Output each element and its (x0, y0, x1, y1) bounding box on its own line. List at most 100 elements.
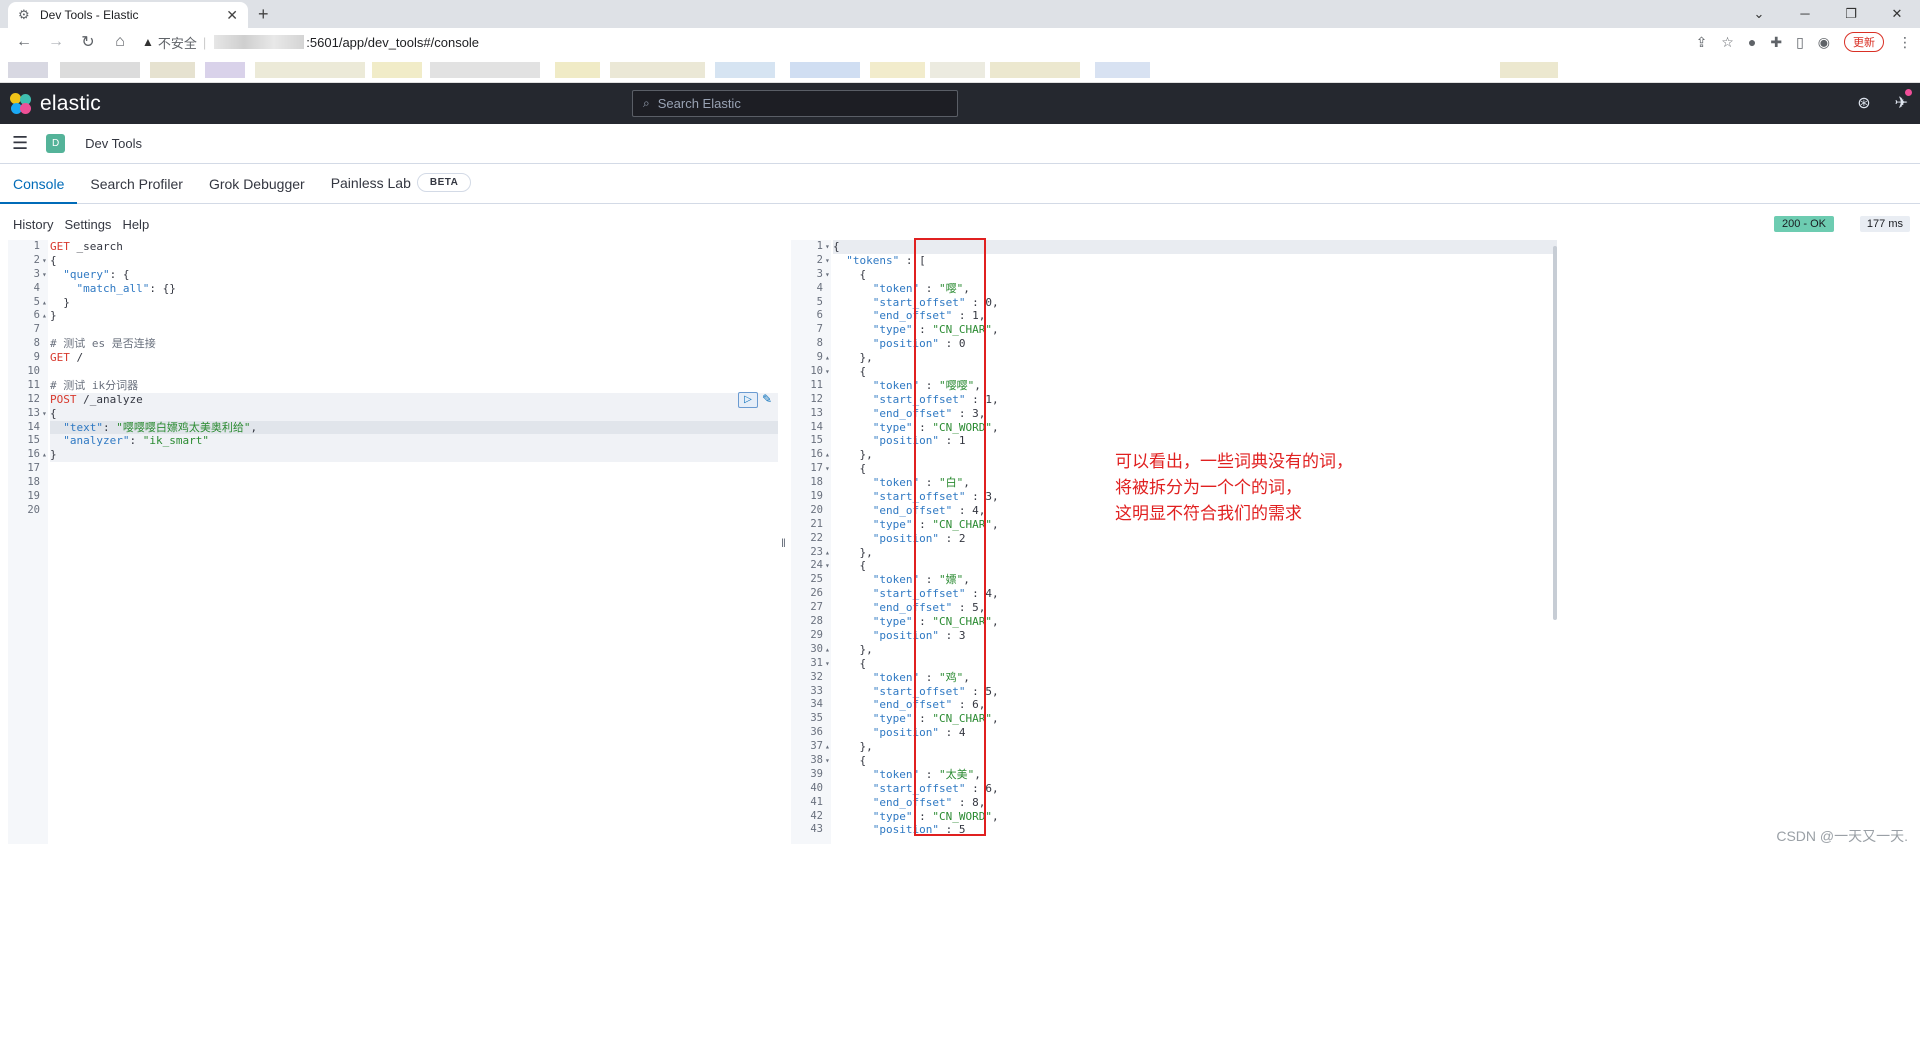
browser-menu-icon[interactable]: ⋮ (1898, 34, 1912, 51)
wrench-icon[interactable]: ✎ (762, 392, 772, 408)
bookmark-item[interactable] (870, 62, 925, 78)
new-tab-icon[interactable]: + (258, 4, 269, 25)
tab-painless-lab[interactable]: Painless Lab BETA (318, 173, 485, 203)
code-line[interactable]: 13 ▾{ (27, 406, 778, 421)
code-line[interactable]: 7 (34, 323, 778, 337)
code-line[interactable]: 10 (27, 365, 778, 379)
space-avatar[interactable]: D (46, 134, 66, 153)
close-window-icon[interactable]: ✕ (1874, 0, 1920, 28)
request-editor[interactable]: 1 GET _search 2 ▾{3 ▾ "query": {4 "match_all… (8, 240, 778, 844)
news-feed-icon[interactable]: ✈ (1895, 89, 1912, 113)
blurred-host (214, 35, 305, 49)
code-line[interactable]: 15 "analyzer": "ik_smart" (27, 434, 778, 449)
request-time-badge: 177 ms (1859, 216, 1910, 232)
beta-badge: BETA (416, 173, 472, 192)
code-line[interactable]: 11 # 测试 ik分词器 (27, 379, 778, 393)
close-tab-icon[interactable]: ✕ (226, 7, 238, 24)
bookmark-item[interactable] (150, 62, 195, 78)
tab-search-profiler[interactable]: Search Profiler (77, 176, 196, 203)
minimize-icon[interactable]: ─ (1782, 0, 1828, 28)
annotation-line: 将被拆分为一个个的词， (1115, 478, 1302, 498)
search-icon: ⌕ (643, 96, 650, 110)
url-input[interactable]: ▲ 不安全 | :5601/app/dev_tools#/console (142, 30, 479, 54)
url-text: :5601/app/dev_tools#/console (306, 34, 480, 50)
menu-hamburger-icon[interactable]: ☰ (12, 133, 28, 154)
code-line[interactable]: 1 GET _search (34, 240, 778, 254)
bookmark-item[interactable] (930, 62, 985, 78)
share-icon[interactable]: ⇪ (1696, 34, 1708, 51)
code-line[interactable]: 20 (27, 504, 778, 518)
bookmark-item[interactable] (255, 62, 365, 78)
bookmark-item[interactable] (372, 62, 422, 78)
elastic-header: elastic ⌕ Search Elastic ⊛ ✈ (0, 83, 1920, 124)
code-line[interactable]: 6 ▴} (34, 309, 778, 323)
reload-icon[interactable]: ↻ (72, 32, 104, 52)
code-line[interactable]: 9 GET / (34, 351, 778, 365)
bookmark-item[interactable] (610, 62, 705, 78)
side-panel-icon[interactable]: ▯ (1796, 34, 1804, 51)
request-code[interactable]: 1 GET _search 2 ▾{3 ▾ "query": {4 "match_all… (27, 240, 778, 518)
header-actions: ⊛ ✈ (1857, 89, 1912, 113)
history-link[interactable]: History (13, 217, 53, 232)
code-line[interactable]: 8 # 测试 es 是否连接 (34, 337, 778, 351)
browser-actions: ⇪ ☆ ● ✚ ▯ ◉ 更新 ⋮ (1696, 32, 1912, 52)
bookmark-item[interactable] (8, 62, 48, 78)
bookmarks-bar (0, 56, 1920, 83)
tab-search-icon[interactable]: ⌄ (1736, 0, 1782, 28)
bookmark-item[interactable] (1500, 62, 1558, 78)
code-line[interactable]: 4 "match_all": {} (34, 282, 778, 296)
warning-icon: ▲ (142, 35, 154, 49)
maximize-icon[interactable]: ❐ (1828, 0, 1874, 28)
devtools-tabs: Console Search Profiler Grok Debugger Pa… (0, 164, 1920, 204)
code-line[interactable]: 16 ▴} (27, 448, 778, 463)
back-icon[interactable]: ← (8, 33, 40, 51)
search-input[interactable]: ⌕ Search Elastic (632, 90, 958, 117)
code-line[interactable]: 14 "text": "嘤嘤嘤白嫖鸡太美奥利给", (27, 420, 778, 435)
page-title: Dev Tools (85, 136, 142, 151)
bookmark-item[interactable] (555, 62, 600, 78)
code-line[interactable]: 3 ▾ "query": { (34, 268, 778, 282)
tab-grok-debugger[interactable]: Grok Debugger (196, 176, 318, 203)
insecure-label: 不安全 (157, 35, 197, 51)
extensions-puzzle-icon[interactable]: ✚ (1770, 34, 1782, 51)
code-line[interactable]: 2 ▾{ (34, 254, 778, 268)
help-lifebuoy-icon[interactable]: ⊛ (1857, 93, 1870, 113)
browser-tab[interactable]: ⚙ Dev Tools - Elastic ✕ (8, 2, 248, 28)
settings-link[interactable]: Settings (64, 217, 111, 232)
forward-icon[interactable]: → (40, 33, 72, 51)
console-toolbar: History Settings Help 200 - OK 177 ms (0, 204, 1920, 240)
bookmark-item[interactable] (790, 62, 860, 78)
bookmark-item[interactable] (60, 62, 140, 78)
response-output: 1 ▾{2 ▾ "tokens" : [3 ▾ {4 "token" : "嘤", 5 … (791, 240, 1557, 844)
update-button[interactable]: 更新 (1844, 32, 1884, 52)
url-separator: | (202, 34, 207, 50)
tab-console[interactable]: Console (0, 176, 78, 204)
elastic-logo[interactable]: elastic (10, 92, 101, 116)
elastic-logo-text: elastic (40, 91, 101, 115)
response-scrollbar[interactable] (1553, 246, 1557, 620)
bookmark-item[interactable] (715, 62, 775, 78)
code-line[interactable]: 17 (27, 462, 778, 476)
bookmark-item[interactable] (990, 62, 1080, 78)
extension-globe-icon[interactable]: ● (1748, 34, 1756, 50)
pane-resizer[interactable]: ‖ (781, 536, 786, 550)
bookmark-star-icon[interactable]: ☆ (1721, 34, 1734, 51)
bookmark-item[interactable] (430, 62, 540, 78)
code-line[interactable]: 19 (27, 490, 778, 504)
browser-tab-title: Dev Tools - Elastic (40, 8, 139, 22)
help-link[interactable]: Help (122, 217, 149, 232)
code-line[interactable]: 5 ▴ } (34, 296, 778, 310)
bookmark-item[interactable] (1095, 62, 1150, 78)
bookmark-item[interactable] (205, 62, 245, 78)
window-controls: ⌄ ─ ❐ ✕ (1736, 0, 1920, 28)
code-line[interactable]: 18 (27, 476, 778, 490)
home-icon[interactable]: ⌂ (104, 33, 136, 51)
annotation-line: 可以看出，一些词典没有的词， (1115, 452, 1353, 472)
send-request-button[interactable]: ▷ (738, 392, 758, 408)
status-badge: 200 - OK (1773, 216, 1834, 232)
search-placeholder: Search Elastic (657, 96, 741, 111)
code-line[interactable]: 12 POST /_analyze (27, 392, 778, 407)
address-bar: ← → ↻ ⌂ ▲ 不安全 | :5601/app/dev_tools#/con… (0, 28, 1920, 56)
profile-avatar-icon[interactable]: ◉ (1818, 34, 1830, 51)
request-actions: ▷ ✎ (738, 392, 772, 408)
